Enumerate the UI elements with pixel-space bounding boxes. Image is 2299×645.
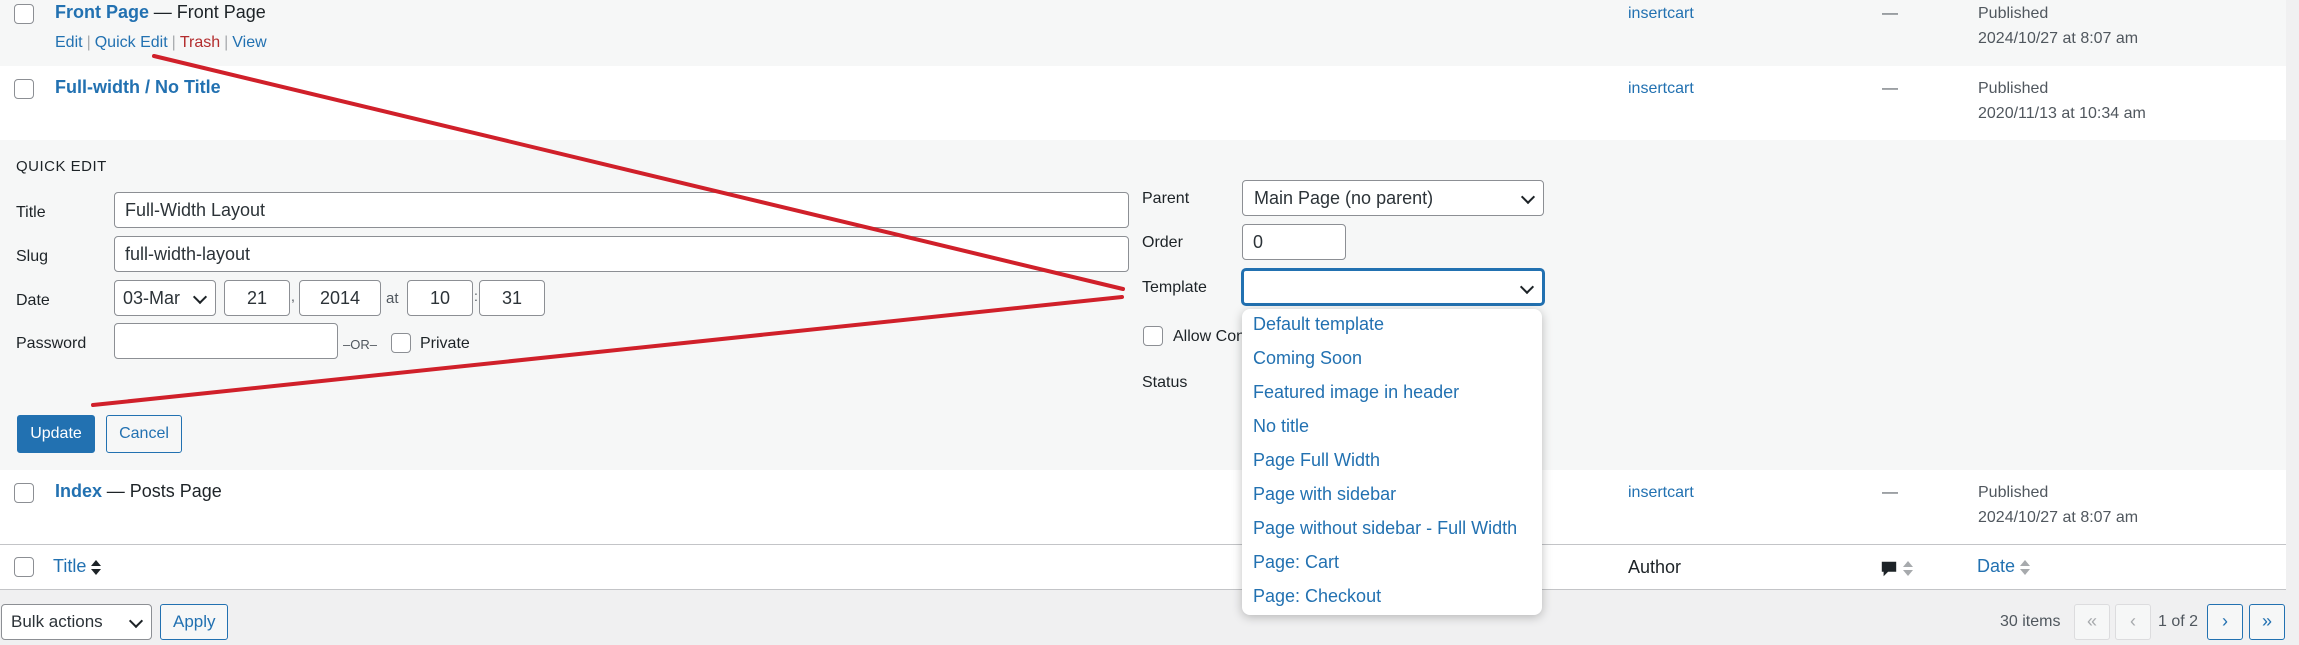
annotation-line <box>91 295 1124 407</box>
annotation-overlay <box>91 54 1125 407</box>
annotation-line <box>152 54 1125 291</box>
